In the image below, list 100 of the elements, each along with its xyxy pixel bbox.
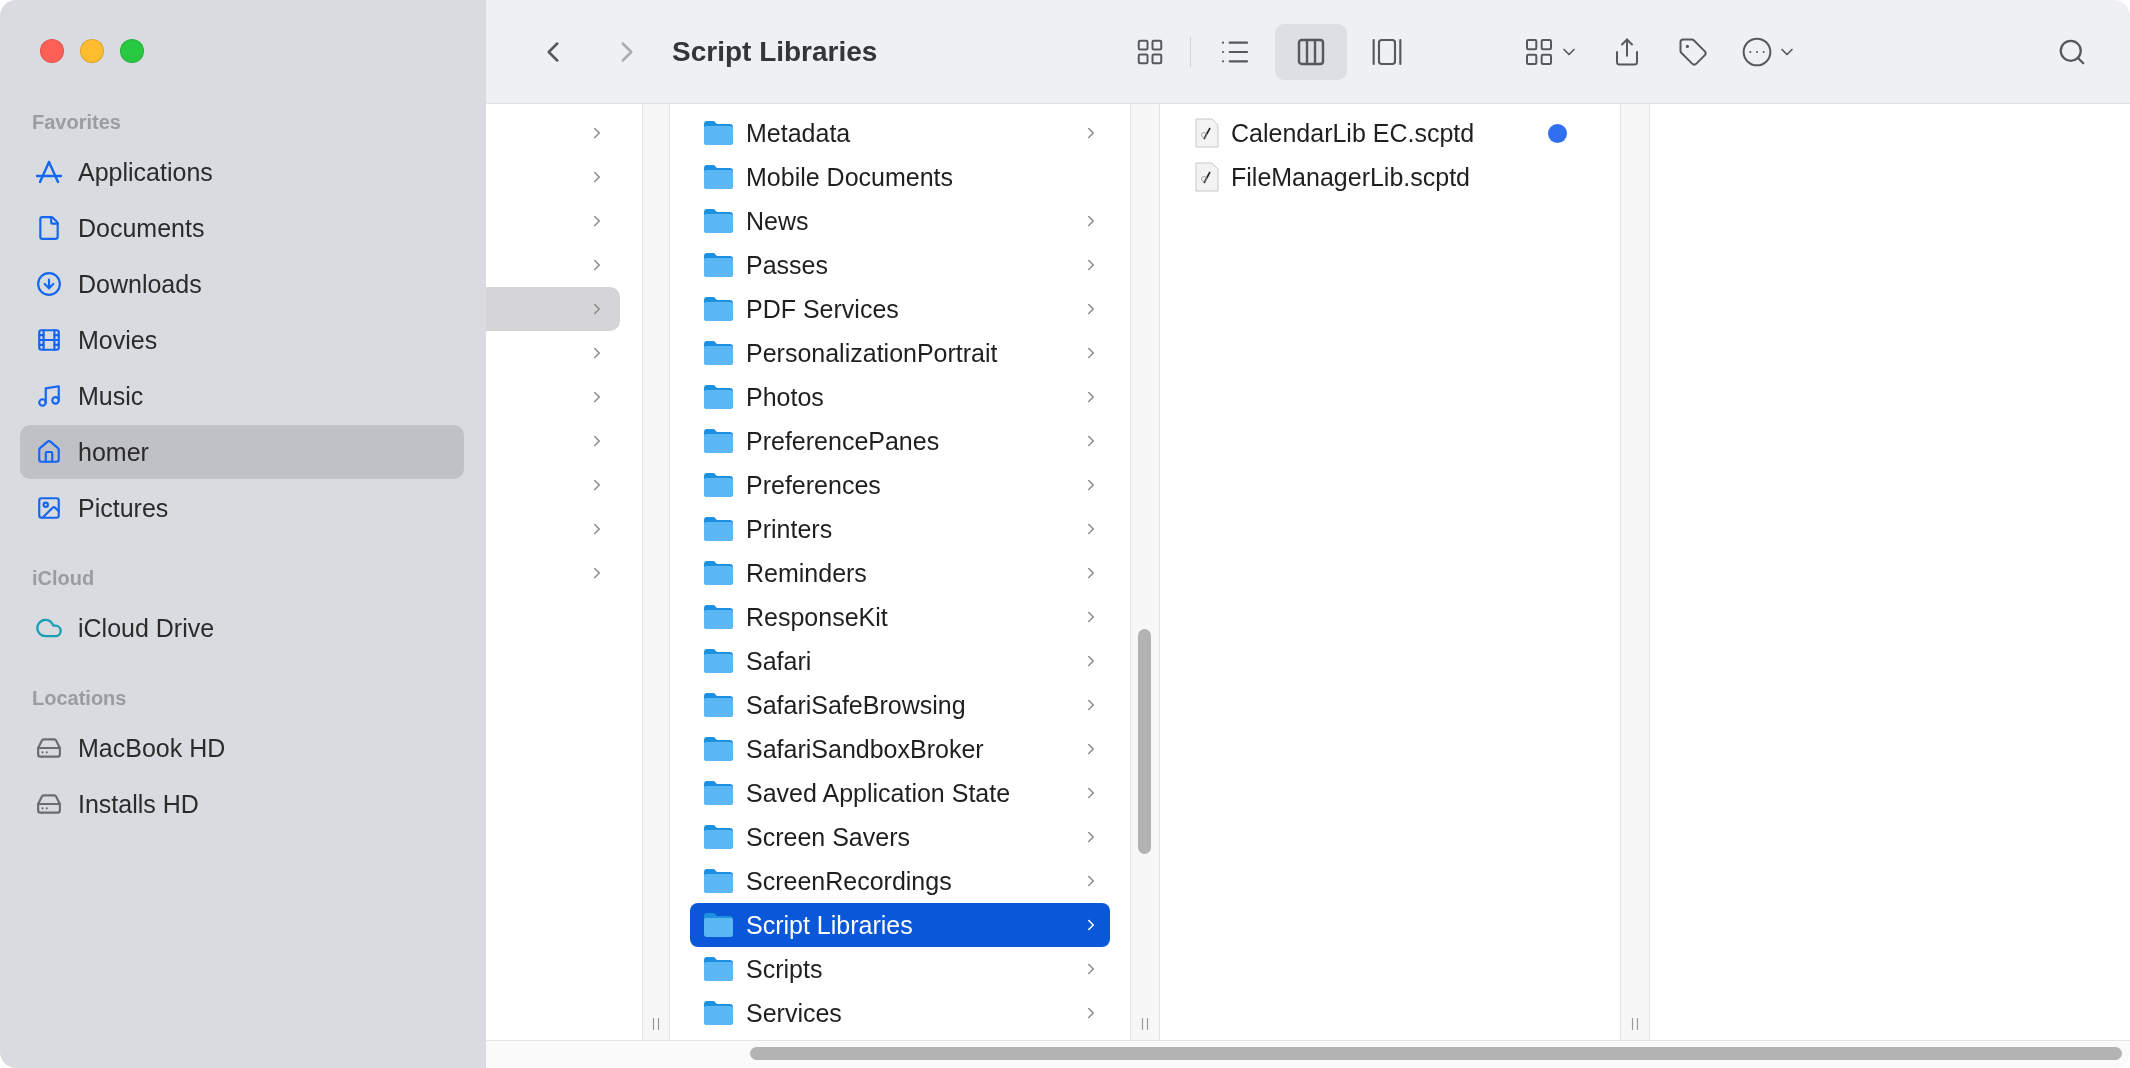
sidebar-section-header: Locations: [31, 687, 127, 711]
folder-row[interactable]: PersonalizationPortrait: [690, 331, 1110, 375]
folder-row[interactable]: Saved Application State: [690, 771, 1110, 815]
scrollbar-thumb[interactable]: [1138, 629, 1151, 854]
folder-row[interactable]: Printers: [690, 507, 1110, 551]
sidebar-item[interactable]: homer: [20, 425, 464, 479]
folder-name: Screen Savers: [746, 822, 911, 852]
folder-row[interactable]: PDF Services: [690, 287, 1110, 331]
folder-row[interactable]: News: [690, 199, 1110, 243]
folder-row[interactable]: Preferences: [690, 463, 1110, 507]
folder-name: Saved Application State: [746, 778, 1012, 808]
folder-name: Services: [746, 998, 843, 1028]
folder-name: Scripts: [746, 954, 824, 984]
sidebar-item-label: Music: [78, 381, 144, 411]
scrollbar-thumb[interactable]: [750, 1047, 2122, 1060]
ellipsis-icon: [1741, 35, 1774, 68]
folder-icon: [703, 1000, 734, 1026]
minimize-button[interactable]: [80, 39, 104, 63]
folder-icon: [703, 472, 734, 498]
file-name: FileManagerLib.scptd: [1231, 162, 1471, 192]
folder-row[interactable]: Services: [690, 991, 1110, 1035]
folder-row[interactable]: SafariSafeBrowsing: [690, 683, 1110, 727]
sidebar-item[interactable]: iCloud Drive: [20, 601, 464, 655]
folder-icon: [703, 428, 734, 454]
folder-icon: [703, 208, 734, 234]
folder-row[interactable]: PreferencePanes: [690, 419, 1110, 463]
folder-row[interactable]: Reminders: [690, 551, 1110, 595]
resize-handle-icon[interactable]: [1141, 1018, 1149, 1030]
folder-name: SafariSandboxBroker: [746, 734, 985, 764]
sidebar-item[interactable]: MacBook HD: [20, 721, 464, 775]
folder-row[interactable]: Metadata: [690, 111, 1110, 155]
sidebar-item[interactable]: Applications: [20, 145, 464, 199]
folder-icon: [703, 780, 734, 806]
music-note-icon: [36, 383, 62, 409]
folder-name: ScreenRecordings: [746, 866, 953, 896]
sidebar-item-label: Applications: [78, 157, 213, 187]
folder-icon: [703, 868, 734, 894]
resize-handle-icon[interactable]: [652, 1018, 660, 1030]
folder-row[interactable]: SafariSandboxBroker: [690, 727, 1110, 771]
folder-icon: [703, 560, 734, 586]
folder-name: PersonalizationPortrait: [746, 338, 999, 368]
folder-name: Preferences: [746, 470, 882, 500]
folder-name: ResponseKit: [746, 602, 889, 632]
sidebar-item[interactable]: Music: [20, 369, 464, 423]
folder-row[interactable]: Scripts: [690, 947, 1110, 991]
resize-handle-icon[interactable]: [1631, 1018, 1639, 1030]
sidebar-item-label: Installs HD: [78, 789, 199, 819]
download-icon: [36, 271, 62, 297]
folder-icon: [703, 252, 734, 278]
file-row[interactable]: CalendarLib EC.scptd: [1180, 111, 1600, 155]
sidebar-item-label: MacBook HD: [78, 733, 226, 763]
sidebar-item-label: Movies: [78, 325, 158, 355]
sidebar-section-header: iCloud: [31, 567, 95, 591]
folder-icon: [703, 164, 734, 190]
window-title: Script Libraries: [672, 35, 878, 68]
sidebar-item[interactable]: Downloads: [20, 257, 464, 311]
sidebar-item-label: homer: [78, 437, 149, 467]
folder-row[interactable]: Photos: [690, 375, 1110, 419]
folder-icon: [703, 384, 734, 410]
folder-icon: [703, 824, 734, 850]
script-file-icon: [1195, 118, 1219, 148]
sidebar-section-header: Favorites: [31, 111, 121, 135]
folder-row[interactable]: Screen Savers: [690, 815, 1110, 859]
view-mode-button[interactable]: [1275, 23, 1348, 80]
folder-icon: [703, 692, 734, 718]
folder-name: Mobile Documents: [746, 162, 955, 192]
folder-icon: [703, 648, 734, 674]
file-name: CalendarLib EC.scptd: [1231, 118, 1476, 148]
house-icon: [36, 439, 62, 465]
folder-row[interactable]: Safari: [690, 639, 1110, 683]
file-row[interactable]: FileManagerLib.scptd: [1180, 155, 1600, 199]
folder-name: Script Libraries: [746, 910, 914, 940]
folder-icon: [703, 604, 734, 630]
sidebar-item-label: iCloud Drive: [78, 613, 215, 643]
folder-name: PDF Services: [746, 294, 900, 324]
script-file-icon: [1195, 162, 1219, 192]
folder-name: Printers: [746, 514, 834, 544]
folder-icon: [703, 956, 734, 982]
folder-icon: [703, 296, 734, 322]
folder-row[interactable]: ScreenRecordings: [690, 859, 1110, 903]
folder-row[interactable]: Mobile Documents: [690, 155, 1110, 199]
tag-icon: [1678, 36, 1709, 67]
folder-row[interactable]: ResponseKit: [690, 595, 1110, 639]
folder-name: Passes: [746, 250, 829, 280]
picture-icon: [36, 495, 62, 521]
zoom-button[interactable]: [120, 39, 144, 63]
sidebar-item[interactable]: Installs HD: [20, 777, 464, 831]
film-icon: [36, 327, 62, 353]
folder-name: Reminders: [746, 558, 868, 588]
close-button[interactable]: [40, 39, 64, 63]
folder-icon: [703, 736, 734, 762]
sidebar-item[interactable]: Movies: [20, 313, 464, 367]
folder-name: PreferencePanes: [746, 426, 941, 456]
folder-row[interactable]: Passes: [690, 243, 1110, 287]
sidebar-item[interactable]: Documents: [20, 201, 464, 255]
folder-row[interactable]: Script Libraries: [690, 903, 1110, 947]
folder-icon: [703, 120, 734, 146]
sidebar-item[interactable]: Pictures: [20, 481, 464, 535]
folder-icon: [703, 912, 734, 938]
sidebar-item-label: Documents: [78, 213, 205, 243]
